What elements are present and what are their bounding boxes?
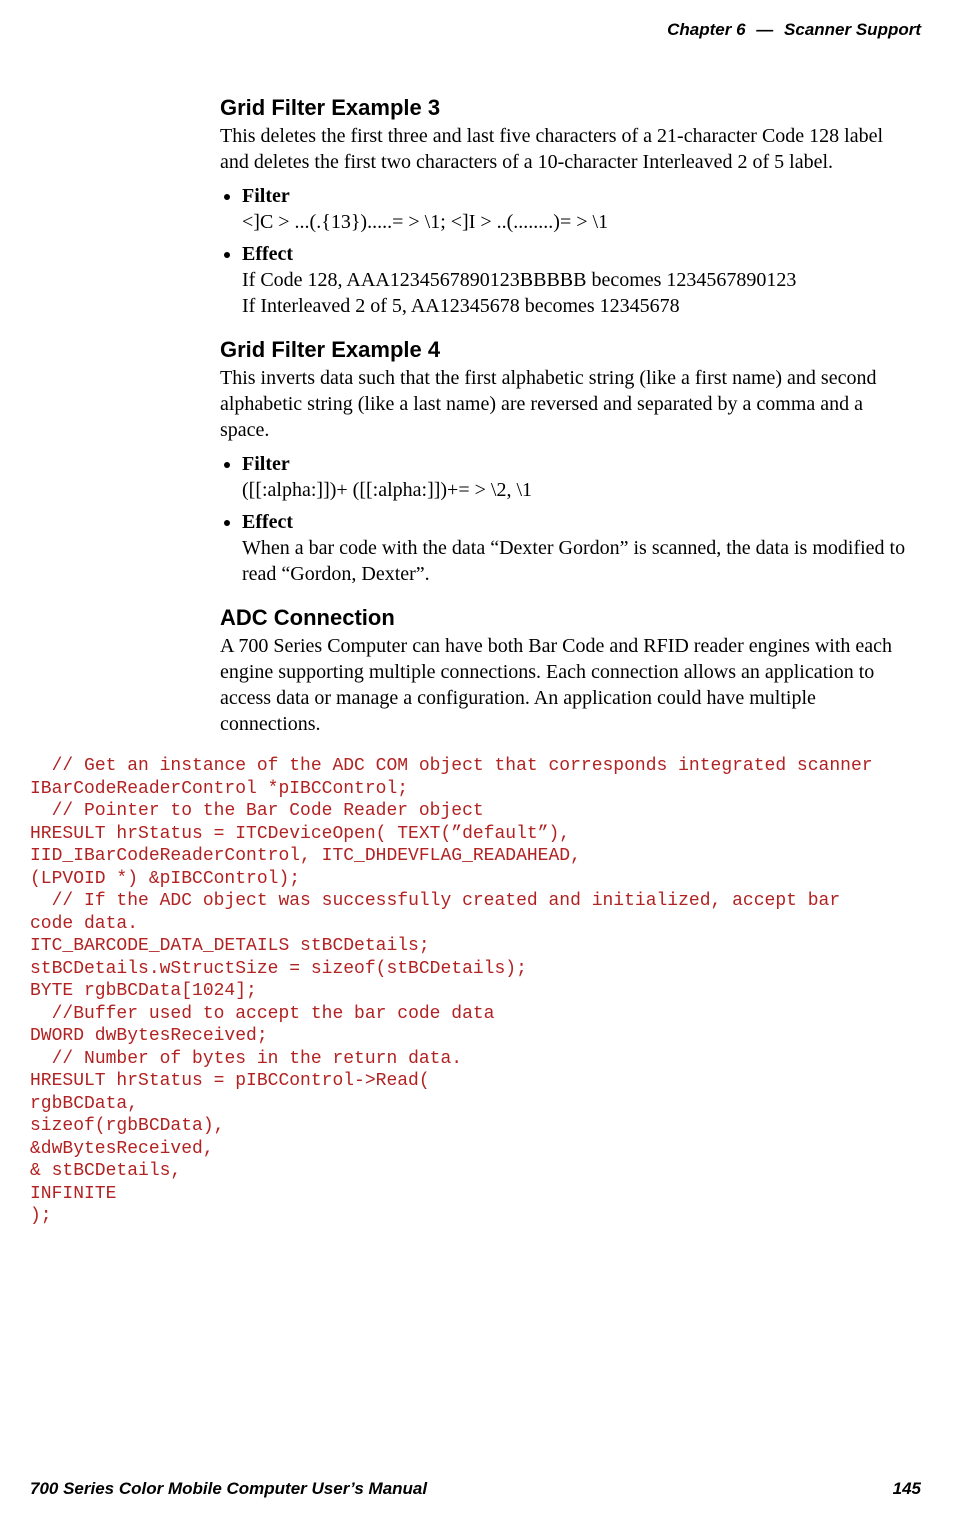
section-example-4: Grid Filter Example 4 This inverts data …: [220, 337, 911, 587]
effect-line-2: If Interleaved 2 of 5, AA12345678 become…: [242, 293, 911, 319]
para-adc: A 700 Series Computer can have both Bar …: [220, 633, 911, 737]
footer-page-number: 145: [893, 1479, 921, 1499]
list-example-3: Filter <]C > ...(.{13}).....= > \1; <]I …: [220, 183, 911, 319]
list-item: Filter <]C > ...(.{13}).....= > \1; <]I …: [242, 183, 911, 235]
section-example-3: Grid Filter Example 3 This deletes the f…: [220, 95, 911, 319]
effect-label: Effect: [242, 511, 293, 533]
list-item: Effect If Code 128, AAA1234567890123BBBB…: [242, 241, 911, 319]
filter-label: Filter: [242, 453, 290, 475]
page-footer: 700 Series Color Mobile Computer User’s …: [30, 1479, 921, 1499]
heading-example-4: Grid Filter Example 4: [220, 337, 911, 363]
para-example-3: This deletes the first three and last fi…: [220, 123, 911, 175]
filter-text: ([[:alpha:]])+ ([[:alpha:]])+= > \2, \1: [242, 477, 911, 503]
effect-line-1: If Code 128, AAA1234567890123BBBBB becom…: [242, 267, 911, 293]
section-adc: ADC Connection A 700 Series Computer can…: [220, 605, 911, 737]
para-example-4: This inverts data such that the first al…: [220, 365, 911, 443]
effect-text: When a bar code with the data “Dexter Go…: [242, 535, 911, 587]
header-chapter: Chapter 6: [667, 20, 745, 39]
heading-example-3: Grid Filter Example 3: [220, 95, 911, 121]
header-title: Scanner Support: [784, 20, 921, 39]
effect-label: Effect: [242, 243, 293, 265]
filter-text: <]C > ...(.{13}).....= > \1; <]I > ..(..…: [242, 209, 911, 235]
footer-manual-title: 700 Series Color Mobile Computer User’s …: [30, 1479, 427, 1499]
list-example-4: Filter ([[:alpha:]])+ ([[:alpha:]])+= > …: [220, 451, 911, 587]
code-block: // Get an instance of the ADC COM object…: [30, 755, 921, 1228]
page: Chapter 6 — Scanner Support Grid Filter …: [0, 0, 971, 1519]
header-dash: —: [756, 20, 773, 39]
filter-label: Filter: [242, 185, 290, 207]
list-item: Effect When a bar code with the data “De…: [242, 509, 911, 587]
heading-adc: ADC Connection: [220, 605, 911, 631]
page-header: Chapter 6 — Scanner Support: [30, 20, 921, 40]
main-content: Grid Filter Example 3 This deletes the f…: [220, 95, 911, 737]
list-item: Filter ([[:alpha:]])+ ([[:alpha:]])+= > …: [242, 451, 911, 503]
code-block-container: // Get an instance of the ADC COM object…: [30, 755, 921, 1228]
